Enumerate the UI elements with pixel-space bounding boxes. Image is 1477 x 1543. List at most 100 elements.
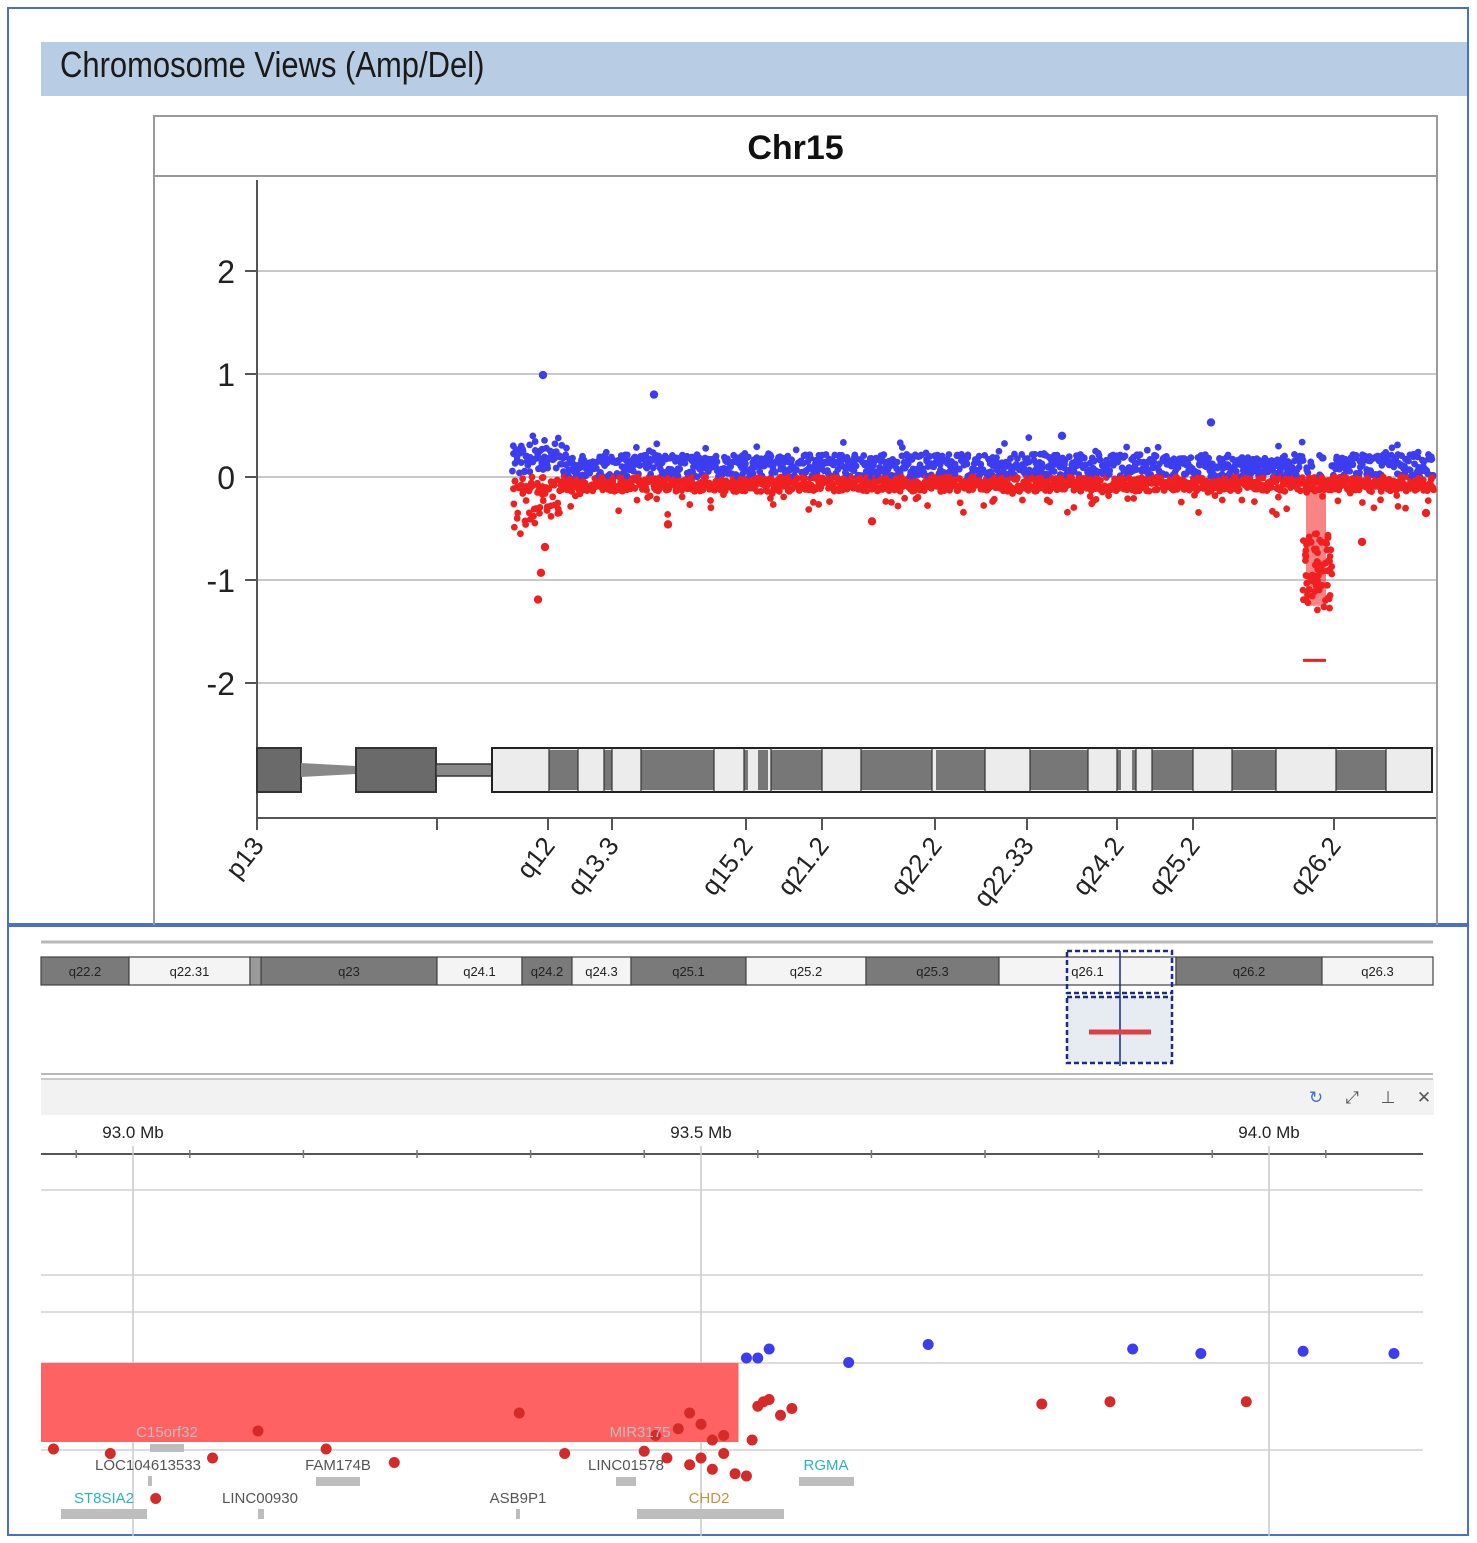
amp-point [1057,431,1067,440]
del-point [513,514,521,522]
del-point [510,523,518,531]
del-point [1358,499,1366,506]
amp-point [1298,438,1306,446]
q-arm-dark-band [936,750,985,790]
amp-point [1038,464,1046,472]
del-point [1311,545,1318,553]
del-point [1326,604,1333,612]
q-arm-dark-band [549,750,578,790]
amp-point [1414,448,1422,456]
chromosome-ideogram [256,747,1433,793]
del-point [539,474,547,481]
x-tick-label: q13.3 [561,831,625,901]
amp-point [1001,440,1008,447]
del-point [1421,508,1431,518]
del-point [1302,557,1309,564]
pin-icon[interactable]: ⊥ [1376,1086,1400,1110]
amp-point [1123,443,1131,451]
del-point [1273,511,1280,518]
del-point [1177,498,1185,506]
del-point [536,568,546,577]
amp-point [1349,461,1357,469]
del-point [980,502,988,509]
del-point [1238,496,1246,504]
amp-point [1151,453,1158,461]
del-point [1308,571,1316,579]
amp-point [1307,458,1315,466]
del-point [1317,538,1325,546]
del-point [1320,603,1328,611]
x-axis: p13 q12 q13.3 q15.2 q21.2 q22.2 q22.33 q24.2 q25… [219,817,1436,912]
del-point [1251,498,1258,506]
x-tick-label: q26.2 [1283,831,1347,901]
amp-point [993,454,1000,462]
del-point [511,477,519,485]
del-point [882,498,890,505]
close-icon[interactable]: ✕ [1412,1086,1436,1110]
del-point [554,505,562,513]
amp-point [563,444,570,452]
refresh-icon[interactable]: ↻ [1304,1086,1328,1110]
del-point [1195,509,1202,516]
del-point [1314,606,1321,614]
del-point [519,475,527,483]
amp-point [1206,418,1216,427]
del-point [533,595,543,604]
del-point [1326,565,1334,573]
del-point [805,506,813,513]
del-point [1303,541,1310,549]
amp-point [945,451,953,458]
del-point [531,519,539,527]
amp-point [632,444,640,451]
del-point [1281,487,1289,495]
del-point [780,493,788,501]
amp-point [792,446,800,454]
del-point [547,512,555,520]
del-point [826,498,833,505]
del-point [522,521,529,528]
del-point [1314,559,1322,566]
amp-point [1094,449,1102,457]
p-arm-band [355,747,437,793]
amp-point [676,465,683,473]
amp-point [1428,455,1436,463]
amp-point [636,462,644,469]
del-point [510,500,518,508]
amp-point [788,456,795,464]
amp-point [871,457,879,464]
q-arm-dark-band [1232,750,1276,790]
x-tick-label: p13 [219,831,269,884]
amp-point [1105,470,1113,478]
del-point [1370,504,1378,512]
amp-point [1065,453,1073,461]
del-point [769,501,777,508]
del-point [815,500,823,508]
del-point [894,502,902,510]
x-tick-label: q24.2 [1066,831,1130,901]
del-point [1334,497,1342,505]
del-point [567,502,575,510]
del-point [536,503,544,511]
y-tick-label: -2 [207,666,235,702]
del-point [633,496,641,504]
del-point [1315,586,1323,594]
amp-point [744,453,752,461]
del-point [615,507,623,515]
amp-point [1154,443,1162,451]
del-point [901,494,909,502]
del-point [990,495,998,503]
del-point [707,504,715,512]
amp-point [995,447,1003,455]
amp-point [713,458,721,466]
del-point [653,495,661,503]
x-tick-label: q12 [510,831,560,884]
del-point [956,499,964,507]
del-point [540,542,550,552]
amp-point [649,390,659,399]
del-point [1424,497,1432,505]
view-toolbar: ↻ ⤢ ⊥ ✕ [1304,1085,1436,1111]
del-point [1130,495,1138,502]
expand-icon[interactable]: ⤢ [1340,1086,1364,1110]
centromere [435,763,493,777]
del-point [1327,546,1335,554]
